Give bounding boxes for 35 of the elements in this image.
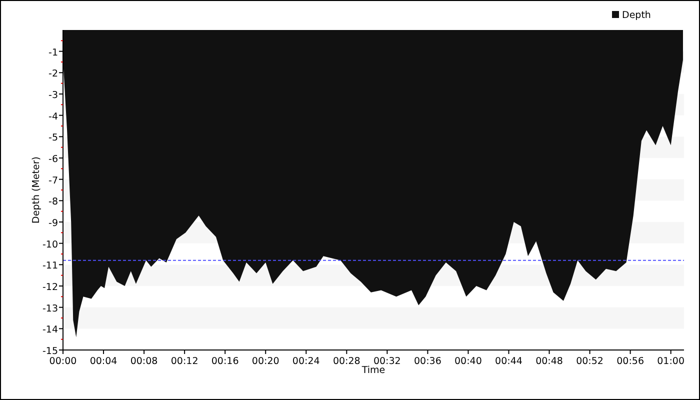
- tick-label: 01:00: [657, 356, 685, 367]
- tick-label: -12: [42, 282, 58, 293]
- tick-label: -1: [48, 47, 58, 58]
- tick-label: 00:32: [373, 356, 401, 367]
- legend-swatch-icon: [612, 11, 619, 18]
- axis-title: Depth (Meter): [31, 156, 42, 224]
- tick-label: 00:52: [576, 356, 604, 367]
- tick-label: -15: [42, 346, 58, 357]
- tick-label: 00:12: [170, 356, 198, 367]
- tick-label: -10: [42, 239, 58, 250]
- legend-label: Depth: [622, 10, 651, 21]
- tick-label: 00:56: [616, 356, 644, 367]
- tick-label: -3: [48, 90, 58, 101]
- tick-label: -4: [48, 111, 58, 122]
- tick-label: 00:20: [252, 356, 280, 367]
- tick-label: 00:36: [414, 356, 442, 367]
- tick-label: -5: [48, 132, 58, 144]
- tick-label: -9: [48, 218, 58, 229]
- axis-title: Time: [362, 365, 386, 376]
- tick-label: -14: [42, 324, 58, 336]
- tick-label: 00:28: [332, 356, 360, 367]
- tick-label: -2: [48, 68, 58, 80]
- tick-label: 00:16: [211, 356, 239, 367]
- tick-label: 00:04: [90, 356, 118, 367]
- tick-label: -11: [42, 260, 58, 272]
- tick-label: -13: [42, 303, 58, 314]
- tick-label: 00:00: [49, 356, 77, 367]
- tick-label: 00:40: [454, 356, 482, 367]
- tick-label: 00:08: [130, 356, 158, 367]
- tick-label: 00:44: [495, 356, 522, 367]
- tick-label: 00:24: [292, 356, 320, 367]
- tick-label: -8: [48, 196, 58, 208]
- tick-label: -6: [48, 154, 58, 165]
- tick-label: -7: [48, 175, 58, 186]
- tick-label: 00:48: [536, 356, 563, 367]
